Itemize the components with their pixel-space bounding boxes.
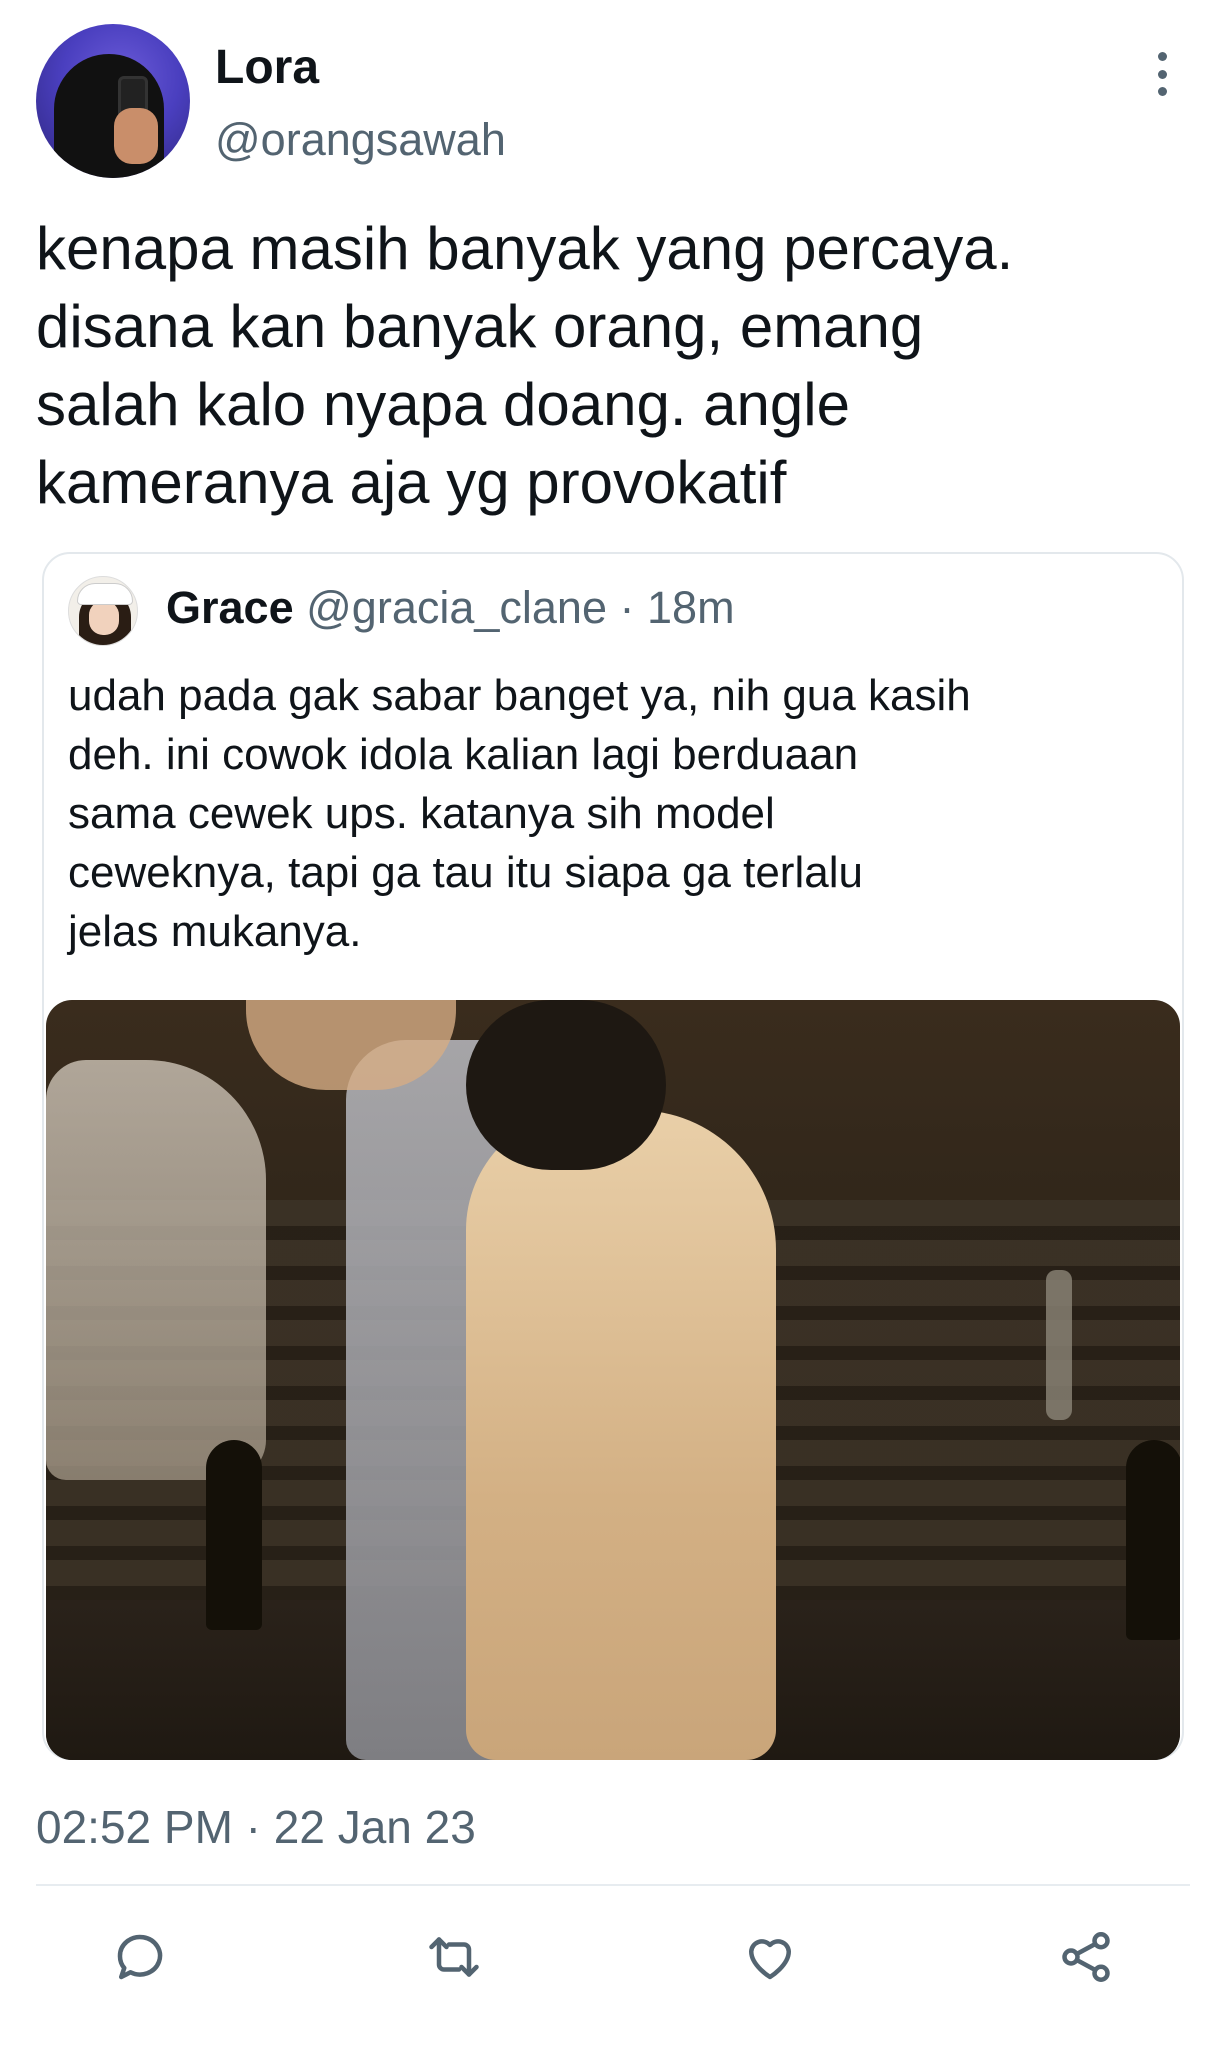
more-options-icon[interactable]	[1150, 52, 1174, 96]
reply-button[interactable]	[108, 1925, 172, 1989]
author-display-name[interactable]: Lora	[215, 40, 319, 95]
quoted-separator: ·	[619, 582, 635, 633]
quoted-author-handle: @gracia_clane	[306, 582, 607, 633]
tweet-text: kenapa masih banyak yang percaya. disana…	[36, 215, 1014, 516]
author-handle[interactable]: @orangsawah	[215, 114, 506, 166]
quoted-author-avatar	[68, 576, 138, 646]
quoted-tweet-header: Grace @gracia_clane · 18m	[166, 582, 735, 634]
divider	[36, 1884, 1190, 1886]
heart-icon	[749, 1939, 791, 1980]
quoted-time: 18m	[647, 582, 735, 633]
tweet-timestamp[interactable]: 02:52 PM · 22 Jan 23	[36, 1800, 476, 1854]
quoted-author-name: Grace	[166, 582, 294, 633]
share-icon	[1062, 1932, 1110, 1982]
author-avatar[interactable]	[36, 24, 190, 178]
like-button[interactable]	[738, 1925, 802, 1989]
quoted-tweet-card[interactable]: Grace @gracia_clane · 18m udah pada gak …	[42, 552, 1184, 1760]
share-button[interactable]	[1054, 1925, 1118, 1989]
tweet-detail-page: Lora @orangsawah kenapa masih banyak yan…	[0, 0, 1226, 2048]
quoted-tweet-media[interactable]	[46, 1000, 1180, 1760]
retweet-button[interactable]	[422, 1925, 486, 1989]
reply-icon	[117, 1934, 163, 1980]
quoted-tweet-text: udah pada gak sabar banget ya, nih gua k…	[68, 671, 971, 956]
retweet-icon	[429, 1937, 479, 1977]
